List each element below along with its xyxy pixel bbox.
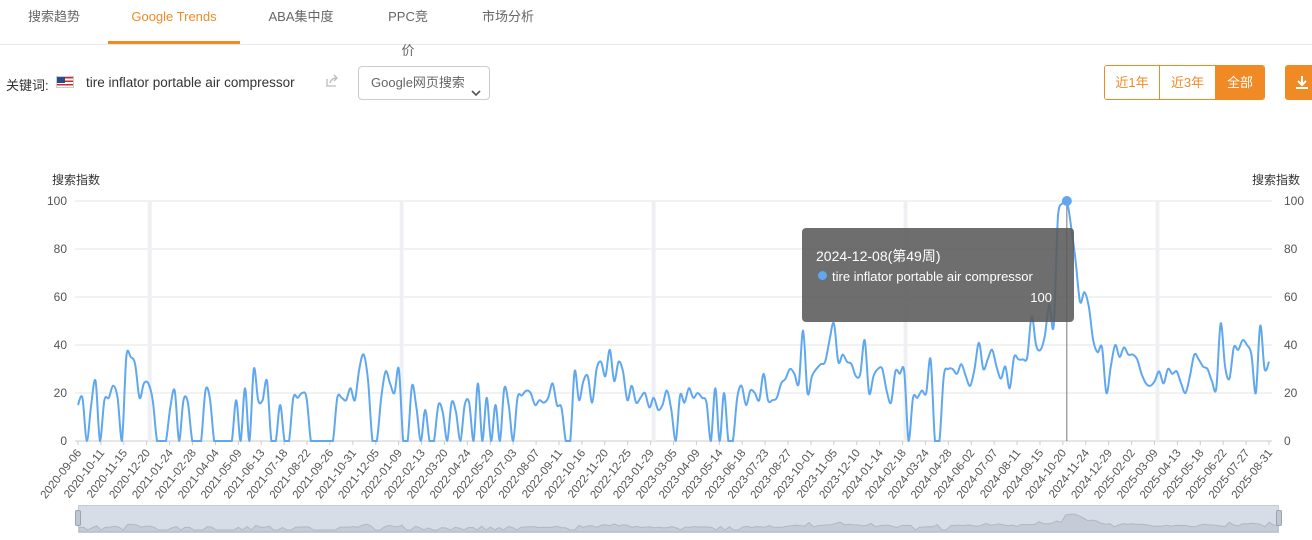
tab-aba-concentration[interactable]: ABA集中度	[268, 0, 334, 44]
tab-ppc-bid[interactable]: PPC竞价	[382, 0, 434, 58]
tooltip-date: 2024-12-08(第49周)	[816, 248, 941, 264]
y-tick-label-left: 100	[47, 194, 67, 208]
y-tick-label-right: 0	[1284, 434, 1291, 448]
y-tick-label-left: 40	[54, 338, 68, 352]
chart-tooltip: 2024-12-08(第49周) tire inflator portable …	[802, 228, 1074, 322]
slider-handle-left[interactable]	[75, 510, 81, 526]
range-3y-button[interactable]: 近3年	[1159, 66, 1216, 99]
year-band	[147, 201, 152, 441]
year-band	[1155, 201, 1160, 441]
keyword-text: tire inflator portable air compressor	[86, 75, 295, 90]
slider-preview	[78, 513, 1279, 533]
y-axis-label-left: 搜索指数	[52, 172, 100, 187]
time-range-group: 近1年 近3年 全部	[1104, 65, 1265, 100]
y-axis-label-right: 搜索指数	[1252, 172, 1300, 187]
share-icon[interactable]	[325, 74, 339, 88]
series-dot-icon	[818, 271, 827, 280]
range-1y-button[interactable]: 近1年	[1105, 66, 1159, 99]
us-flag-icon	[56, 76, 74, 88]
range-all-button[interactable]: 全部	[1216, 66, 1264, 99]
trend-chart: 020406080100 020406080100 2020-09-062020…	[39, 172, 1305, 501]
y-tick-label-left: 80	[54, 242, 68, 256]
y-tick-label-left: 0	[60, 434, 67, 448]
tooltip-value: 100	[1030, 290, 1052, 305]
search-type-select[interactable]: Google网页搜索	[358, 66, 490, 100]
zoom-slider[interactable]	[78, 505, 1279, 533]
y-tick-label-right: 60	[1284, 290, 1298, 304]
search-type-value: Google网页搜索	[371, 75, 465, 90]
series-line	[77, 199, 1270, 443]
tab-bar: 搜索趋势 Google Trends ABA集中度 PPC竞价 市场分析	[0, 0, 1312, 58]
slider-handle-right[interactable]	[1276, 510, 1282, 526]
y-tick-label-left: 20	[54, 386, 68, 400]
y-tick-label-right: 100	[1284, 194, 1304, 208]
tab-market-analysis[interactable]: 市场分析	[482, 0, 534, 44]
chevron-down-icon	[471, 78, 481, 97]
keyword-label: 关键词:	[6, 78, 49, 93]
y-tick-label-right: 80	[1284, 242, 1298, 256]
year-band	[651, 201, 656, 441]
download-icon	[1296, 76, 1308, 89]
y-tick-label-right: 20	[1284, 386, 1298, 400]
keyword-row: 关键词: tire inflator portable air compress…	[0, 64, 1312, 102]
y-tick-label-left: 60	[54, 290, 68, 304]
download-button[interactable]	[1285, 65, 1312, 100]
y-tick-label-right: 40	[1284, 338, 1298, 352]
tab-google-trends[interactable]: Google Trends	[108, 0, 240, 44]
highlight-point	[1061, 196, 1072, 206]
tooltip-series: tire inflator portable air compressor	[832, 269, 1033, 284]
tab-search-trend[interactable]: 搜索趋势	[28, 0, 80, 44]
